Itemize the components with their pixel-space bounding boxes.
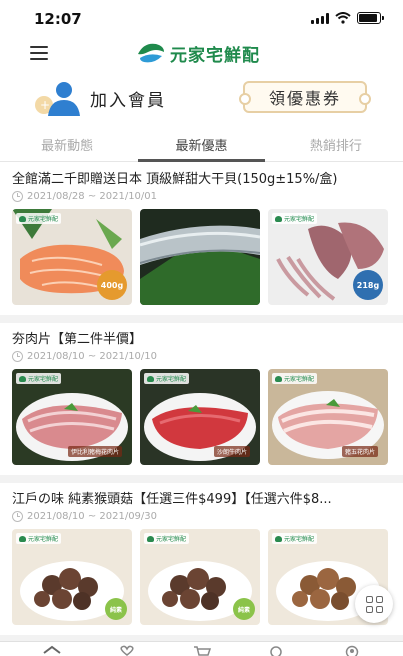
- product-thumbnail-mushroom[interactable]: 元家宅鮮配 純素: [140, 529, 260, 625]
- status-time: 12:07: [34, 10, 82, 28]
- member-avatar-icon: +: [35, 82, 80, 116]
- promotion-card[interactable]: 江戶の味 純素猴頭菇【任選三件$499】【任選六件$8... 2021/08/1…: [0, 483, 403, 635]
- wifi-icon: [335, 12, 351, 24]
- status-bar: 12:07: [0, 0, 403, 36]
- battery-icon: [357, 12, 384, 24]
- promotion-title: 全館滿二千即贈送日本 頂級鮮甜大干貝(150g±15%/盒): [12, 172, 338, 187]
- product-thumbnail-mushroom[interactable]: 元家宅鮮配 純素: [12, 529, 132, 625]
- tab-latest-news[interactable]: 最新動態: [0, 126, 134, 161]
- join-member-button[interactable]: + 加入會員: [32, 78, 166, 118]
- status-icons: [311, 12, 384, 24]
- app-header: 元家宅鮮配: [0, 36, 403, 72]
- thumbnail-logo: 元家宅鮮配: [16, 533, 62, 544]
- content-tabs: 最新動態 最新優惠 熱銷排行: [0, 126, 403, 162]
- weight-badge: 218g: [353, 270, 383, 300]
- promotion-thumbnails: 元家宅鮮配 400g 元家宅鮮配 218g: [12, 209, 391, 305]
- product-thumbnail-squid[interactable]: 元家宅鮮配 218g: [268, 209, 388, 305]
- brand-logo: 元家宅鮮配: [136, 40, 260, 66]
- product-thumbnail-salmon[interactable]: 元家宅鮮配 400g: [12, 209, 132, 305]
- thumbnail-logo: 元家宅鮮配: [272, 213, 318, 224]
- hamburger-icon[interactable]: [30, 46, 48, 60]
- thumbnail-logo: 元家宅鮮配: [272, 533, 318, 544]
- promotion-date-text: 2021/08/28 ~ 2021/10/01: [27, 191, 158, 202]
- bottom-nav: [0, 641, 403, 656]
- product-caption: 伊比利豬梅花肉片: [67, 446, 122, 457]
- vegan-badge: 純素: [105, 598, 127, 620]
- promotion-thumbnails: 元家宅鮮配 伊比利豬梅花肉片 元家宅鮮配 沙朗牛肉片 元家宅鮮配 豬五花肉片: [12, 369, 391, 465]
- product-thumbnail-beef[interactable]: 元家宅鮮配 沙朗牛肉片: [140, 369, 260, 465]
- promotion-date-text: 2021/08/10 ~ 2021/09/30: [27, 511, 158, 522]
- clock-icon: [12, 351, 23, 362]
- user-icon[interactable]: [341, 642, 363, 656]
- promotion-card[interactable]: 夯肉片【第二件半價】 2021/08/10 ~ 2021/10/10 元家宅鮮配…: [0, 323, 403, 475]
- signal-icon: [311, 12, 329, 24]
- promotion-date: 2021/08/10 ~ 2021/09/30: [12, 511, 391, 522]
- thumbnail-logo: 元家宅鮮配: [16, 373, 62, 384]
- get-coupon-button[interactable]: 領優惠券: [239, 81, 371, 113]
- product-thumbnail-pork[interactable]: 元家宅鮮配 伊比利豬梅花肉片: [12, 369, 132, 465]
- product-thumbnail-fish[interactable]: [140, 209, 260, 305]
- promotion-date: 2021/08/28 ~ 2021/10/01: [12, 191, 391, 202]
- product-thumbnail-bacon[interactable]: 元家宅鮮配 豬五花肉片: [268, 369, 388, 465]
- member-row: + 加入會員 領優惠券: [0, 76, 403, 120]
- product-caption: 沙朗牛肉片: [213, 446, 250, 457]
- cart-icon[interactable]: [191, 642, 213, 656]
- promotion-card[interactable]: 全館滿二千即贈送日本 頂級鮮甜大干貝(150g±15%/盒) 2021/08/2…: [0, 163, 403, 315]
- logo-text: 元家宅鮮配: [170, 45, 260, 66]
- home-icon[interactable]: [41, 642, 63, 656]
- clock-icon: [12, 511, 23, 522]
- promotion-date-text: 2021/08/10 ~ 2021/10/10: [27, 351, 158, 362]
- thumbnail-logo: 元家宅鮮配: [272, 373, 318, 384]
- thumbnail-logo: 元家宅鮮配: [144, 533, 190, 544]
- tab-hot-ranking[interactable]: 熱銷排行: [269, 126, 403, 161]
- search-icon[interactable]: [266, 642, 288, 656]
- tab-latest-offers[interactable]: 最新優惠: [134, 126, 268, 162]
- fish-image: [140, 209, 260, 305]
- product-caption: 豬五花肉片: [341, 446, 378, 457]
- promotion-list: 全館滿二千即贈送日本 頂級鮮甜大干貝(150g±15%/盒) 2021/08/2…: [0, 163, 403, 641]
- svg-text:+: +: [40, 98, 50, 112]
- battery-level: [359, 14, 377, 22]
- grid-icon[interactable]: [355, 585, 393, 623]
- promotion-title: 江戶の味 純素猴頭菇【任選三件$499】【任選六件$8...: [12, 492, 332, 507]
- vegan-badge: 純素: [233, 598, 255, 620]
- weight-badge: 400g: [97, 270, 127, 300]
- clock-icon: [12, 191, 23, 202]
- thumbnail-logo: 元家宅鮮配: [16, 213, 62, 224]
- join-member-label: 加入會員: [90, 90, 166, 111]
- heart-icon[interactable]: [116, 642, 138, 656]
- logo-mark-icon: [138, 43, 164, 63]
- promotion-date: 2021/08/10 ~ 2021/10/10: [12, 351, 391, 362]
- promotion-title: 夯肉片【第二件半價】: [12, 332, 143, 347]
- promotion-thumbnails: 元家宅鮮配 純素 元家宅鮮配 純素 元家宅鮮配: [12, 529, 391, 625]
- thumbnail-logo: 元家宅鮮配: [144, 373, 190, 384]
